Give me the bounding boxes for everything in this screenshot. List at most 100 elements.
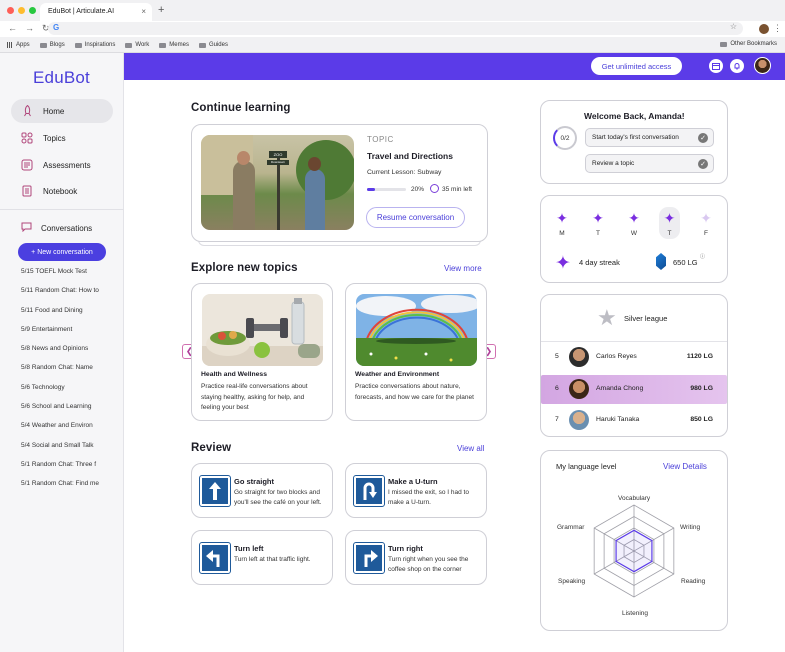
day-label: W: [630, 230, 638, 237]
league-row[interactable]: 7 Haruki Tanaka 850 LG: [541, 406, 727, 435]
review-card-title: Go straight: [234, 477, 275, 486]
close-window-button[interactable]: [7, 7, 14, 14]
conversation-item[interactable]: 5/15 TOEFL Mock Test: [21, 268, 121, 287]
progress-percent: 20%: [411, 186, 425, 193]
avatar: [569, 410, 589, 430]
task-review-topic[interactable]: Review a topic ✓: [585, 154, 714, 173]
streak-day-wed: ✦ W: [625, 210, 643, 237]
nav-notebook[interactable]: Notebook: [11, 179, 113, 203]
review-card-u-turn[interactable]: Make a U-turn I missed the exit, so I ha…: [345, 463, 487, 518]
browser-menu-icon[interactable]: ⋮: [773, 23, 782, 34]
streak-day-mon: ✦ M: [553, 210, 571, 237]
topic-card-desc: Practice real-life conversations about s…: [201, 383, 308, 411]
health-wellness-image: [202, 294, 323, 366]
minimize-window-button[interactable]: [18, 7, 25, 14]
review-card-desc: Turn right when you see the coffee shop …: [388, 556, 469, 573]
bookmark-apps[interactable]: Apps: [7, 42, 30, 48]
review-card-title: Turn right: [388, 544, 423, 553]
conversation-item[interactable]: 5/1 Random Chat: Find me: [21, 480, 121, 499]
topic-card-health[interactable]: Health and Wellness Practice real-life c…: [191, 283, 333, 421]
notebook-icon: [21, 185, 33, 197]
topics-icon: [21, 132, 33, 144]
conversation-list: 5/15 TOEFL Mock Test 5/11 Random Chat: H…: [21, 268, 121, 500]
conversations-label: Conversations: [41, 223, 93, 233]
notification-bell-icon[interactable]: [730, 59, 744, 73]
sidebar: EduBot Home Topics Assessments Notebook …: [0, 53, 124, 652]
view-more-link[interactable]: View more: [444, 264, 482, 273]
app-logo[interactable]: EduBot: [33, 68, 90, 88]
review-card-desc: Turn left at that traffic light.: [234, 556, 311, 563]
other-bookmarks[interactable]: Other Bookmarks: [720, 41, 777, 47]
conversation-item[interactable]: 5/6 Technology: [21, 384, 121, 403]
clock-icon: [430, 184, 439, 193]
bookmark-star-icon[interactable]: ☆: [730, 22, 737, 31]
new-tab-button[interactable]: +: [158, 4, 164, 16]
folder-icon: [198, 42, 206, 48]
league-row-current-user[interactable]: 6 Amanda Chong 980 LG: [541, 375, 727, 404]
conversation-item[interactable]: 5/11 Random Chat: How to: [21, 287, 121, 306]
address-bar[interactable]: G ☆: [48, 22, 743, 35]
explore-heading: Explore new topics: [191, 262, 298, 274]
star-icon: ✦: [556, 210, 568, 226]
radar-label-speaking: Speaking: [558, 578, 586, 585]
avatar: [569, 379, 589, 399]
folder-icon: [720, 41, 728, 47]
bookmark-blogs[interactable]: Blogs: [39, 42, 65, 48]
info-icon[interactable]: ⓘ: [700, 253, 705, 260]
browser-profile-avatar[interactable]: [759, 24, 769, 34]
close-tab-icon[interactable]: ×: [141, 7, 146, 16]
calendar-icon[interactable]: [709, 59, 723, 73]
bookmark-memes[interactable]: Memes: [159, 42, 189, 48]
conversation-item[interactable]: 5/8 Random Chat: Name: [21, 364, 121, 383]
rocket-icon: [21, 105, 33, 117]
star-icon: ✦: [663, 210, 676, 226]
conversation-item[interactable]: 5/6 School and Learning: [21, 403, 121, 422]
bookmark-inspirations[interactable]: Inspirations: [74, 42, 115, 48]
radar-label-grammar: Grammar: [557, 524, 585, 531]
task-start-conversation[interactable]: Start today's first conversation ✓: [585, 128, 714, 147]
forward-icon[interactable]: →: [25, 23, 34, 34]
get-unlimited-access-button[interactable]: Get unlimited access: [591, 57, 682, 75]
bookmark-work[interactable]: Work: [125, 42, 149, 48]
language-radar-chart: [593, 504, 675, 598]
nav-home[interactable]: Home: [11, 99, 113, 123]
window-controls: [7, 7, 36, 14]
resume-conversation-button[interactable]: Resume conversation: [366, 207, 465, 228]
review-card-go-straight[interactable]: Go straight Go straight for two blocks a…: [191, 463, 333, 518]
user-avatar[interactable]: [754, 57, 771, 74]
conversation-item[interactable]: 5/9 Entertainment: [21, 326, 121, 345]
topic-card-title: Weather and Environment: [355, 371, 440, 378]
bookmark-guides[interactable]: Guides: [198, 42, 228, 48]
review-card-turn-left[interactable]: Turn left Turn left at that traffic ligh…: [191, 530, 333, 585]
nav-topics[interactable]: Topics: [11, 126, 113, 150]
conversation-item[interactable]: 5/1 Random Chat: Three f: [21, 461, 121, 480]
review-card-title: Turn left: [234, 544, 264, 553]
radar-label-vocabulary: Vocabulary: [618, 495, 651, 502]
day-label: T: [667, 230, 672, 237]
review-card-desc: Go straight for two blocks and you'll se…: [234, 489, 322, 506]
new-conversation-button[interactable]: + New conversation: [18, 243, 106, 261]
view-details-link[interactable]: View Details: [663, 462, 707, 471]
lesson-progress-bar: [367, 188, 406, 191]
conversation-item[interactable]: 5/8 News and Opinions: [21, 345, 121, 364]
conversation-item[interactable]: 5/4 Social and Small Talk: [21, 442, 121, 461]
conversation-item[interactable]: 5/11 Food and Dining: [21, 307, 121, 326]
lg-points: 650 LG: [673, 258, 698, 267]
maximize-window-button[interactable]: [29, 7, 36, 14]
back-icon[interactable]: ←: [8, 23, 17, 34]
downtown-sign: Downtown: [267, 160, 289, 165]
conversation-item[interactable]: 5/4 Weather and Environ: [21, 422, 121, 441]
radar-label-listening: Listening: [622, 610, 649, 617]
topic-card-desc: Practice conversations about nature, for…: [355, 383, 474, 401]
browser-tab[interactable]: EduBot | Articulate.AI ×: [40, 3, 152, 21]
welcome-title: Welcome Back, Amanda!: [584, 111, 685, 121]
league-name: Haruki Tanaka: [596, 416, 640, 423]
league-rank: 6: [555, 385, 559, 392]
league-row[interactable]: 5 Carlos Reyes 1120 LG: [541, 343, 727, 372]
nav-assessments[interactable]: Assessments: [11, 153, 113, 177]
review-card-turn-right[interactable]: Turn right Turn right when you see the c…: [345, 530, 487, 585]
nav-assessments-label: Assessments: [43, 160, 91, 170]
topic-card-weather[interactable]: Weather and Environment Practice convers…: [345, 283, 487, 421]
day-label: F: [704, 230, 708, 237]
view-all-link[interactable]: View all: [457, 444, 484, 453]
